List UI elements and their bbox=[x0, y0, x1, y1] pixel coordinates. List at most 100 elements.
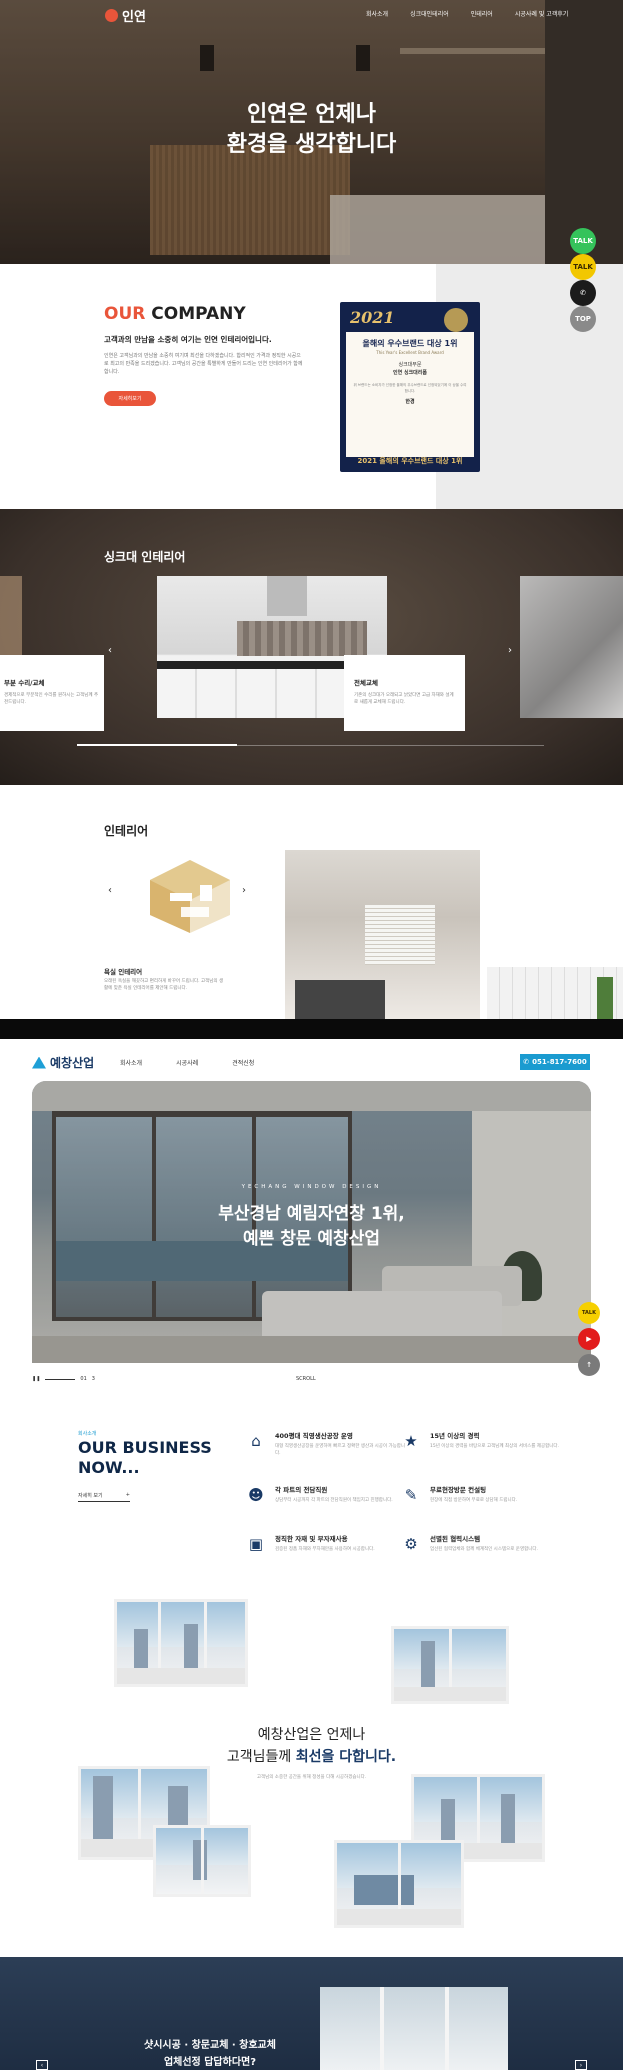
top-button[interactable]: ↑ bbox=[578, 1354, 600, 1376]
gallery-photo bbox=[114, 1599, 248, 1687]
pause-icon[interactable]: ❚❚ bbox=[32, 1376, 40, 1382]
quick-label: TALK bbox=[573, 237, 593, 245]
plus-icon: + bbox=[125, 1492, 130, 1498]
pen-icon: ✎ bbox=[404, 1486, 418, 1504]
range-hood bbox=[267, 576, 307, 616]
prev-arrow-icon[interactable]: ‹ bbox=[108, 645, 112, 656]
prev-arrow-icon[interactable]: ‹ bbox=[36, 2060, 48, 2070]
business-item: ★ 15년 이상의 경력 15년 이상의 경력을 바탕으로 고객님께 최상의 서비… bbox=[400, 1430, 565, 1472]
hero-title-line: 예쁜 창문 예창산업 bbox=[243, 1229, 380, 1249]
window-frame bbox=[153, 1825, 251, 1897]
phone-icon: ✆ bbox=[523, 1058, 530, 1066]
more-button[interactable]: 자세히보기 bbox=[104, 391, 156, 406]
backsplash bbox=[237, 621, 367, 656]
gallery-title-line: 예창산업은 언제나 bbox=[257, 1727, 366, 1743]
heading-accent: OUR bbox=[104, 304, 146, 324]
bathroom-illustration bbox=[150, 860, 230, 933]
item-title: 15년 이상의 경력 bbox=[430, 1432, 480, 1440]
cta-line: 업체선정 답답하다면? bbox=[163, 2057, 257, 2068]
more-label: 자세히 보기 bbox=[78, 1493, 103, 1499]
logo-text: 인연 bbox=[122, 10, 146, 25]
talk-icon[interactable]: TALK bbox=[570, 254, 596, 280]
gallery-photo bbox=[334, 1840, 464, 1928]
item-desc: 대형 직영생산공장을 운영하며 빠르고 정확한 생산과 시공이 가능합니다. bbox=[275, 1444, 406, 1456]
gallery-title-line: 고객님들께 최선을 다합니다. bbox=[140, 1746, 483, 1768]
next-arrow-icon[interactable]: › bbox=[242, 885, 246, 896]
slide-card-full[interactable]: 전체교체 기존의 싱크대가 오래되고 낡았다면 고급 자재와 설계로 새롭게 교… bbox=[344, 655, 465, 731]
window-blind bbox=[365, 905, 435, 965]
slide-card-partial[interactable]: 부분 수리/교체 경제적으로 부분적인 수리를 원하시는 고객님께 추천드립니다… bbox=[0, 655, 104, 731]
phone-icon[interactable]: ✆ bbox=[570, 280, 596, 306]
phone-button[interactable]: ✆ 051-817-7600 bbox=[520, 1054, 590, 1070]
pager-line bbox=[45, 1378, 76, 1380]
interior-title: 인테리어 bbox=[104, 824, 149, 838]
star-icon: ★ bbox=[404, 1432, 418, 1450]
business-item: ☻ 각 파트의 전담직원 상담부터 시공까지 각 파트의 전담직원이 책임지고 진… bbox=[245, 1484, 410, 1526]
gallery-title-pre: 고객님들께 bbox=[226, 1749, 296, 1765]
award-text: 위 브랜드는 소비자가 선정한 올해의 우수브랜드로 선정되었기에 이 상을 수… bbox=[353, 383, 467, 393]
slide-progress bbox=[77, 744, 544, 746]
window-frame bbox=[114, 1599, 248, 1687]
item-desc: 상담부터 시공까지 각 파트의 전담직원이 책임지고 진행합니다. bbox=[275, 1498, 393, 1503]
award-category: 싱크대부문 bbox=[398, 362, 422, 368]
item-desc: 현장에 직접 방문하여 무료로 상담해 드립니다. bbox=[430, 1498, 518, 1503]
side-label: TALK bbox=[582, 1310, 596, 1316]
nav-item-estimate[interactable]: 견적신청 bbox=[232, 1058, 254, 1067]
pager-current: 01 bbox=[80, 1376, 87, 1382]
yechang-logo[interactable]: 예창산업 bbox=[32, 1054, 94, 1071]
sink-title: 싱크대 인테리어 bbox=[104, 550, 186, 564]
nav-item-reviews[interactable]: 시공사례 및 고객후기 bbox=[515, 9, 569, 18]
award-year: 2021 bbox=[350, 308, 395, 327]
nav-item-sink[interactable]: 싱크대인테리어 bbox=[410, 9, 449, 18]
logo-mark-icon bbox=[32, 1056, 46, 1069]
interior-desc: 오래된 욕실을 깨끗하고 편리하게 바꾸어 드립니다. 고객님의 생활에 맞춘 … bbox=[104, 979, 224, 991]
nav-item-interior[interactable]: 인테리어 bbox=[471, 9, 493, 18]
award-recipient: 인연 싱크대리폼 bbox=[393, 370, 427, 376]
hero-pager[interactable]: ❚❚ 01 3 bbox=[32, 1376, 95, 1382]
item-title: 400평대 직영생산공장 운영 bbox=[275, 1432, 353, 1440]
phone-number: 051-817-7600 bbox=[532, 1058, 587, 1066]
window-frame bbox=[391, 1626, 509, 1704]
hero-title: 부산경남 예림자연창 1위, 예쁜 창문 예창산업 bbox=[32, 1202, 591, 1252]
gear-icon: ⚙ bbox=[404, 1535, 418, 1553]
business-item: ⚙ 선별된 협력시스템 엄선된 협력업체와 함께 체계적인 시스템으로 운영합니다… bbox=[400, 1533, 565, 1575]
interior-photo-2 bbox=[487, 967, 623, 1019]
gallery-photo bbox=[391, 1626, 509, 1704]
item-desc: 엄선된 협력업체와 함께 체계적인 시스템으로 운영합니다. bbox=[430, 1547, 538, 1552]
business-more-link[interactable]: 자세히 보기 + bbox=[78, 1492, 130, 1502]
business-title-line: OUR BUSINESS bbox=[78, 1438, 212, 1457]
cta-text: 샷시시공 · 창문교체 · 창호교체 업체선정 답답하다면? bbox=[120, 2037, 300, 2071]
logo-text: 예창산업 bbox=[50, 1056, 95, 1070]
top-button[interactable]: TOP bbox=[570, 306, 596, 332]
kakao-talk-icon[interactable]: TALK bbox=[578, 1302, 600, 1324]
youtube-icon[interactable]: ▶ bbox=[578, 1328, 600, 1350]
business-item: ✎ 무료현장방문 컨설팅현장에 직접 방문하여 무료로 상담해 드립니다. bbox=[400, 1484, 565, 1526]
company-heading: OUR COMPANY bbox=[104, 304, 246, 324]
divider bbox=[0, 1019, 623, 1039]
box-icon: ▣ bbox=[248, 1535, 264, 1553]
slide-progress-fill bbox=[77, 744, 237, 746]
award-body: 올해의 우수브랜드 대상 1위 This Year's Excellent Br… bbox=[346, 332, 474, 457]
vanity bbox=[295, 980, 385, 1019]
card-title: 전체교체 bbox=[354, 679, 378, 687]
mullion bbox=[380, 1987, 384, 2070]
item-title: 무료현장방문 컨설팅 bbox=[430, 1486, 487, 1494]
medal-icon bbox=[444, 308, 468, 332]
cta-line: 샷시시공 · 창문교체 · 창호교체 bbox=[144, 2040, 276, 2051]
card-desc: 경제적으로 부분적인 수리를 원하시는 고객님께 추천드립니다. bbox=[4, 693, 99, 705]
site-logo[interactable]: 인연 bbox=[105, 6, 146, 25]
nav-item-company[interactable]: 회사소개 bbox=[120, 1058, 142, 1067]
award-title: 올해의 우수브랜드 대상 1위 bbox=[362, 339, 458, 348]
next-arrow-icon[interactable]: › bbox=[575, 2060, 587, 2070]
business-eyebrow: 회사소개 bbox=[78, 1431, 97, 1437]
business-item: ⌂ 400평대 직영생산공장 운영 대형 직영생산공장을 운영하며 빠르고 정확한… bbox=[245, 1430, 410, 1472]
kakao-talk-icon[interactable]: TALK bbox=[570, 228, 596, 254]
nav-item-company[interactable]: 회사소개 bbox=[366, 9, 388, 18]
people-icon: ☻ bbox=[248, 1486, 264, 1504]
company-section bbox=[0, 264, 623, 509]
next-arrow-icon[interactable]: › bbox=[508, 645, 512, 656]
prev-arrow-icon[interactable]: ‹ bbox=[108, 885, 112, 896]
item-title: 정직한 자재 및 부자재사용 bbox=[275, 1535, 348, 1543]
nav-item-cases[interactable]: 시공사례 bbox=[176, 1058, 198, 1067]
item-desc: 15년 이상의 경력을 바탕으로 고객님께 최상의 서비스를 제공합니다. bbox=[430, 1444, 559, 1449]
